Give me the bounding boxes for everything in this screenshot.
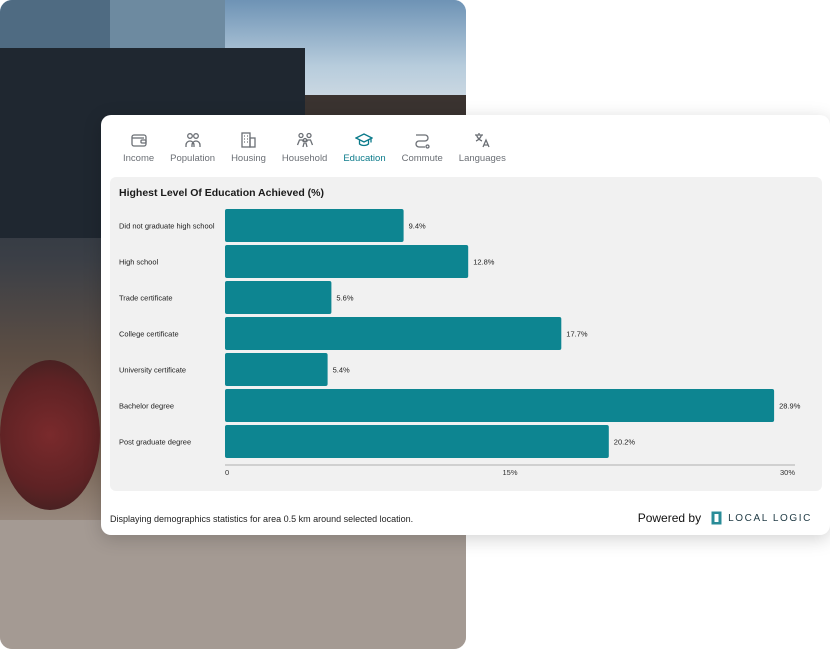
category-label: Did not graduate high school [119,222,215,231]
category-label: Trade certificate [119,294,173,303]
bar [225,425,609,458]
data-label: 20.2% [614,438,636,447]
bar [225,317,562,350]
family-icon [296,131,314,149]
brand-name: LOCAL LOGIC [728,512,812,524]
education-bar-chart: Did not graduate high school 9.4% High sch… [119,209,801,477]
demographics-card: Income Population Housing Household Educ… [101,115,830,535]
tab-label: Commute [401,153,443,164]
tab-label: Languages [458,153,506,164]
x-tick-label: 0 [225,468,229,477]
translate-icon [473,131,491,149]
tab-education[interactable]: Education [335,127,393,173]
x-tick-label: 15% [502,468,517,477]
tab-household[interactable]: Household [274,127,335,173]
route-icon [413,131,431,149]
category-label: Post graduate degree [119,438,191,447]
x-tick-label: 30% [780,468,795,477]
bar [225,389,775,422]
demographics-tabs: Income Population Housing Household Educ… [115,127,514,173]
graduation-cap-icon [355,131,374,149]
powered-by: Powered by LOCAL LOGIC [638,511,812,525]
data-label: 5.4% [333,366,350,375]
category-label: University certificate [119,366,186,375]
building-icon [239,131,257,149]
wallet-icon [130,131,148,149]
bar [225,245,469,278]
powered-by-label: Powered by [637,511,702,525]
tab-label: Housing [231,153,266,164]
tab-housing[interactable]: Housing [223,127,274,173]
footer-note: Displaying demographics statistics for a… [110,514,414,524]
data-label: 12.8% [473,258,495,267]
tab-income[interactable]: Income [115,127,162,173]
people-icon [184,131,202,149]
tab-languages[interactable]: Languages [451,127,514,173]
tab-label: Income [123,153,155,164]
bar [225,209,404,242]
bar [225,353,328,386]
category-label: High school [119,258,159,267]
local-logic-logo-icon [711,511,722,525]
data-label: 5.6% [336,294,353,303]
data-label: 9.4% [409,222,426,231]
tab-label: Household [281,153,328,164]
bar [225,281,332,314]
tab-commute[interactable]: Commute [394,127,451,173]
tab-population[interactable]: Population [162,127,223,173]
education-chart-panel: Highest Level Of Education Achieved (%) … [110,177,822,491]
category-label: Bachelor degree [119,402,174,411]
tab-label: Education [343,153,386,164]
category-label: College certificate [119,330,179,339]
tab-label: Population [170,153,216,164]
data-label: 17.7% [566,330,588,339]
data-label: 28.9% [779,402,801,411]
